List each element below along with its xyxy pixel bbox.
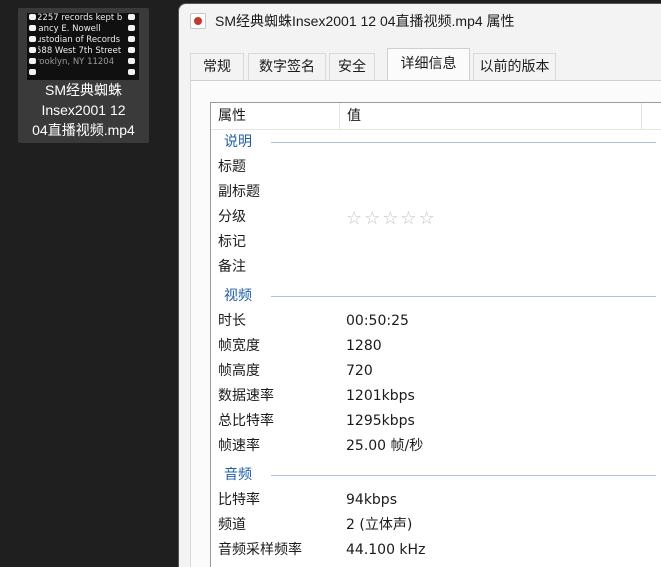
film-strip-icon <box>128 14 137 80</box>
section-title: 音频 <box>224 467 252 483</box>
property-row[interactable]: 帧速率 25.00 帧/秒 <box>218 434 661 459</box>
section-description: 说明 <box>224 132 661 152</box>
file-name-line: Insex2001 12 <box>41 102 126 118</box>
property-name: 标记 <box>218 234 246 250</box>
star-icon[interactable]: ☆ <box>400 208 418 229</box>
film-strip-icon <box>29 14 38 80</box>
property-row[interactable]: 频道 2 (立体声) <box>218 513 661 538</box>
property-row[interactable]: 总比特率 1295kbps <box>218 409 661 434</box>
tab-general[interactable]: 常规 <box>190 53 244 80</box>
property-row[interactable]: 分级 ☆☆☆☆☆ <box>218 205 661 230</box>
section-video: 视频 <box>224 286 661 306</box>
tab-previous-versions[interactable]: 以前的版本 <box>473 53 556 80</box>
column-header-property[interactable]: 属性 <box>218 103 246 129</box>
video-thumbnail: 2257 records kept b lancy E. Nowell usto… <box>27 13 139 80</box>
star-icon[interactable]: ☆ <box>346 208 364 229</box>
property-name: 数据速率 <box>218 388 274 404</box>
property-value[interactable]: 1201kbps <box>346 384 415 409</box>
property-name: 帧宽度 <box>218 338 260 354</box>
property-row[interactable]: 帧高度 720 <box>218 359 661 384</box>
rating-stars[interactable]: ☆☆☆☆☆ <box>346 206 437 231</box>
property-value[interactable]: 00:50:25 <box>346 309 409 334</box>
thumbnail-text-line: 2257 records kept b <box>38 13 123 23</box>
thumbnail-frame: 2257 records kept b lancy E. Nowell usto… <box>38 13 127 80</box>
property-row[interactable]: 标记 <box>218 230 661 255</box>
property-name: 帧高度 <box>218 363 260 379</box>
property-name: 比特率 <box>218 492 260 508</box>
tab-details[interactable]: 详细信息 <box>387 48 470 81</box>
section-title: 说明 <box>224 134 252 150</box>
property-value[interactable]: 1295kbps <box>346 409 415 434</box>
thumbnail-text-line: 588 West 7th Street <box>38 46 122 56</box>
star-icon[interactable]: ☆ <box>419 208 437 229</box>
thumbnail-text-line: rooklyn, NY 11204 <box>38 57 115 67</box>
title-bar[interactable]: SM经典蜘蛛Insex2001 12 04直播视频.mp4 属性 <box>179 4 661 38</box>
tab-strip: 常规 数字签名 安全 详细信息 以前的版本 <box>190 48 661 81</box>
tab-security[interactable]: 安全 <box>329 53 375 80</box>
thumbnail-text-line: lancy E. Nowell <box>38 24 101 34</box>
star-icon[interactable]: ☆ <box>364 208 382 229</box>
section-title: 视频 <box>224 288 252 304</box>
property-row[interactable]: 帧宽度 1280 <box>218 334 661 359</box>
tab-digital-signatures[interactable]: 数字签名 <box>248 53 326 80</box>
column-divider[interactable] <box>641 103 642 129</box>
property-name: 时长 <box>218 313 246 329</box>
property-value[interactable]: 94kbps <box>346 488 397 513</box>
window-title: SM经典蜘蛛Insex2001 12 04直播视频.mp4 属性 <box>215 13 515 29</box>
property-row[interactable]: 数据速率 1201kbps <box>218 384 661 409</box>
video-file-icon <box>190 13 206 29</box>
property-value[interactable]: 25.00 帧/秒 <box>346 434 423 459</box>
property-row[interactable]: 副标题 <box>218 180 661 205</box>
column-divider[interactable] <box>339 103 340 129</box>
property-name: 标题 <box>218 159 246 175</box>
property-name: 总比特率 <box>218 413 274 429</box>
property-list[interactable]: 属性 值 说明 标题 副标题 分级 ☆☆☆☆☆ 标记 备注 视频 时长 00:5… <box>210 102 661 567</box>
property-name: 备注 <box>218 259 246 275</box>
file-name-label: SM经典蜘蛛 Insex2001 12 04直播视频.mp4 <box>18 80 149 140</box>
property-row[interactable]: 时长 00:50:25 <box>218 309 661 334</box>
property-name: 副标题 <box>218 184 260 200</box>
property-value[interactable]: 44.100 kHz <box>346 538 425 563</box>
properties-dialog: SM经典蜘蛛Insex2001 12 04直播视频.mp4 属性 常规 数字签名… <box>178 3 661 567</box>
section-audio: 音频 <box>224 465 661 485</box>
details-panel: 属性 值 说明 标题 副标题 分级 ☆☆☆☆☆ 标记 备注 视频 时长 00:5… <box>190 80 661 567</box>
property-value[interactable]: 2 (立体声) <box>346 513 412 538</box>
property-row[interactable]: 比特率 94kbps <box>218 488 661 513</box>
property-name: 频道 <box>218 517 246 533</box>
column-header-value[interactable]: 值 <box>347 103 361 129</box>
list-header: 属性 值 <box>211 103 661 130</box>
property-name: 帧速率 <box>218 438 260 454</box>
file-name-line: SM经典蜘蛛 <box>45 82 122 98</box>
property-row[interactable]: 音频采样频率 44.100 kHz <box>218 538 661 563</box>
property-name: 分级 <box>218 209 246 225</box>
file-name-line: 04直播视频.mp4 <box>32 122 135 138</box>
property-row[interactable]: 标题 <box>218 155 661 180</box>
star-icon[interactable]: ☆ <box>382 208 400 229</box>
property-row[interactable]: 备注 <box>218 255 661 280</box>
property-name: 音频采样频率 <box>218 542 302 558</box>
property-value[interactable]: 1280 <box>346 334 382 359</box>
property-value[interactable]: 720 <box>346 359 373 384</box>
thumbnail-text-line: ustodian of Records <box>38 35 121 45</box>
desktop-file-item[interactable]: 2257 records kept b lancy E. Nowell usto… <box>18 8 149 143</box>
